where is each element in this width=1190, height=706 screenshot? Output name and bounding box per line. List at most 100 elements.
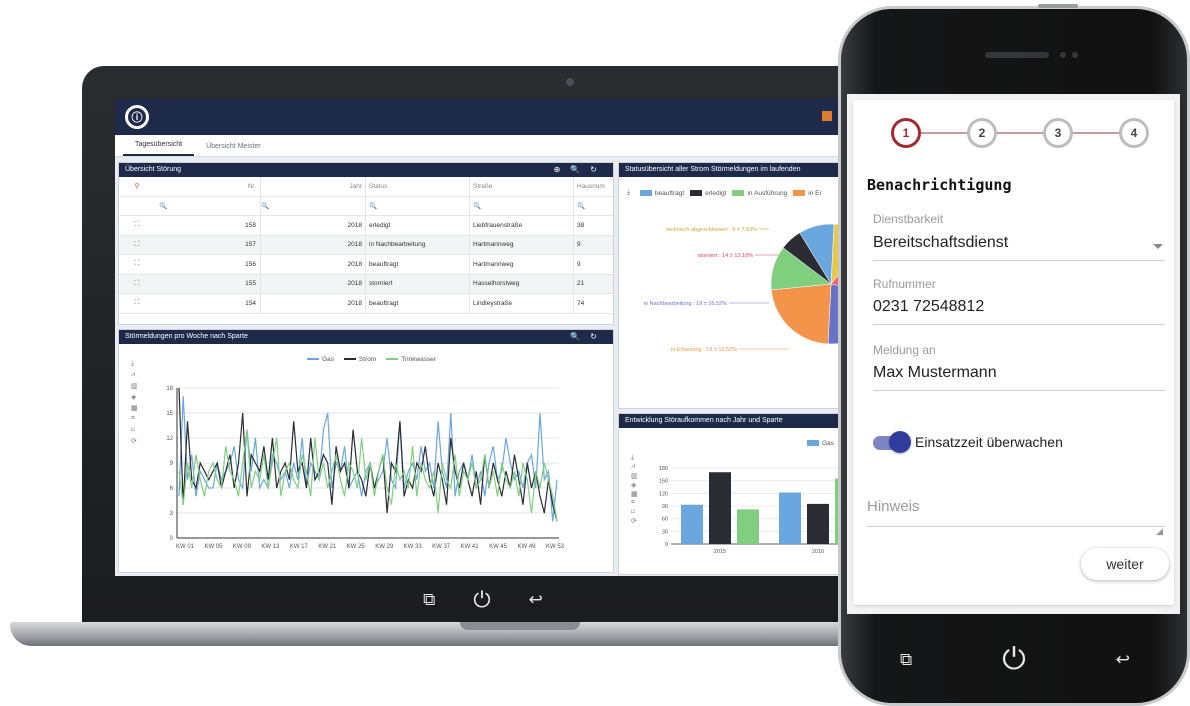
x-tick-label: KW 17	[290, 544, 309, 550]
legend-in-ausfuehrung[interactable]: in Ausführung	[732, 190, 787, 197]
table-row[interactable]: ⛶ 154 2018 beauftragt Lindleystraße 74	[119, 294, 613, 314]
recent-apps-icon[interactable]: ⧉	[900, 650, 912, 670]
expand-icon[interactable]: ⛶	[119, 241, 155, 249]
x-tick-label: KW 29	[375, 544, 394, 550]
x-tick-label: KW 53	[546, 544, 565, 550]
x-tick-label: KW 09	[233, 544, 252, 550]
power-icon[interactable]: ⏻	[1002, 643, 1026, 677]
x-tick-label: 2015	[714, 549, 726, 555]
cell-jahr: 2018	[347, 241, 362, 249]
entwicklung-bar-chart: 0 30 60 90 120 150 180 2015 2016	[659, 466, 850, 555]
status-pie-chart: technisch abgeschlossen : 9 ± 7.83% storn…	[644, 223, 850, 353]
bar-trinkwasser-2015	[737, 509, 759, 544]
step-connector	[921, 132, 969, 134]
filter-strasse-search-icon[interactable]: 🔍	[469, 196, 573, 215]
tab-tagesuebersicht[interactable]: Tagesübersicht	[123, 141, 195, 156]
x-tick-label: KW 33	[404, 544, 423, 550]
cell-hausnr: 21	[573, 274, 609, 293]
panel-title: Übersicht Störung	[125, 166, 182, 173]
meldung-an-label: Meldung an	[873, 343, 936, 357]
search-icon[interactable]: 🔍	[570, 165, 590, 174]
step-connector	[997, 132, 1045, 134]
column-header-nr[interactable]: Nr.	[155, 177, 261, 196]
cell-jahr: 2018	[347, 299, 362, 307]
column-header-status[interactable]: Status	[365, 177, 469, 196]
cell-hausnr: 38	[573, 216, 609, 235]
legend-beauftragt[interactable]: beauftragt	[639, 190, 684, 197]
table-row[interactable]: ⛶ 157 2018 in Nachbearbeitung Hartmannwe…	[119, 235, 613, 255]
filter-hausnr-search-icon[interactable]: 🔍	[573, 196, 609, 215]
hinweis-textarea[interactable]: Hinweis	[867, 498, 920, 515]
rufnummer-field[interactable]: 0231 72548812	[873, 298, 984, 316]
meldung-an-field[interactable]: Max Mustermann	[873, 364, 997, 382]
cell-nr: 154	[155, 294, 261, 313]
pie-label: in Nachbearbeitung : 19 ± 16.52%	[644, 301, 727, 307]
y-tick-label: 120	[659, 491, 668, 497]
x-tick-label: KW 21	[318, 544, 337, 550]
cell-strasse: Hasselhorstweg	[469, 274, 573, 293]
y-tick-label: 6	[170, 486, 174, 492]
search-icon[interactable]: 🔍	[570, 332, 590, 341]
back-icon[interactable]: ↩	[529, 590, 543, 610]
expand-icon[interactable]: ⛶	[119, 221, 155, 229]
status-pie-panel: Statusübersicht aller Strom Störmeldunge…	[618, 162, 850, 409]
expand-icon[interactable]: ⛶	[119, 299, 155, 307]
column-header-jahr[interactable]: Jahr	[261, 177, 365, 196]
resize-handle-icon[interactable]: ◢	[1156, 526, 1163, 537]
add-icon[interactable]: ⊕	[554, 165, 571, 174]
bar-gas-2016	[779, 492, 801, 544]
table-row[interactable]: ⛶ 158 2018 erledigt Liebfrauenstraße 38	[119, 216, 613, 236]
x-tick-label: KW 37	[432, 544, 451, 550]
app-header: ⓘ D	[115, 99, 850, 135]
power-icon[interactable]: ⏻	[473, 587, 490, 613]
table-row[interactable]: ⛶ 156 2018 beauftragt Hartmannweg 9	[119, 255, 613, 275]
y-tick-label: 90	[662, 504, 668, 510]
filter-icon[interactable]: ⚲	[119, 182, 155, 190]
cell-status: in Nachbearbeitung	[365, 235, 469, 254]
download-icon[interactable]: ⤓	[627, 189, 630, 197]
step-2[interactable]: 2	[967, 118, 997, 148]
x-tick-label: KW 25	[347, 544, 366, 550]
legend-erledigt[interactable]: erledigt	[690, 190, 726, 197]
recent-apps-icon[interactable]: ⧉	[423, 590, 435, 610]
bar-gas-2015	[681, 504, 703, 544]
rufnummer-label: Rufnummer	[873, 277, 936, 291]
column-header-hausnummer[interactable]: Hausnum	[573, 177, 609, 196]
toggle-knob[interactable]	[889, 431, 911, 453]
step-3[interactable]: 3	[1043, 118, 1073, 148]
table-row[interactable]: ⛶ 155 2018 storniert Hasselhorstweg 21	[119, 274, 613, 294]
y-tick-label: 12	[166, 436, 173, 442]
filter-jahr-search-icon[interactable]: 🔍	[261, 197, 365, 216]
filter-nr-search-icon[interactable]: 🔍	[155, 196, 261, 215]
column-header-strasse[interactable]: Straße	[469, 177, 573, 196]
y-tick-label: 18	[166, 386, 173, 392]
expand-icon[interactable]: ⛶	[119, 260, 155, 268]
filter-status-search-icon[interactable]: 🔍	[365, 196, 469, 215]
cell-status: storniert	[365, 274, 469, 293]
x-tick-label: 2016	[812, 549, 824, 555]
panel-actions: 🔍↻	[570, 332, 607, 341]
tab-uebersicht-meister[interactable]: Übersicht Meister	[194, 143, 272, 156]
legend-in-erfassung[interactable]: in Er	[793, 190, 822, 197]
legend-gas[interactable]: Gas	[807, 440, 834, 447]
stepper: 1 2 3 4	[891, 118, 1149, 150]
dashboard-icon[interactable]	[822, 111, 832, 121]
pie-slice-in-erfassung	[771, 283, 832, 345]
step-4[interactable]: 4	[1119, 118, 1149, 148]
phone-screen: 1 2 3 4 Benachrichtigung Dienstbarkeit B…	[847, 94, 1180, 614]
cell-hausnr: 9	[573, 255, 609, 274]
y-tick-label: 180	[659, 466, 668, 472]
cell-strasse: Hartmannweg	[469, 235, 573, 254]
expand-icon[interactable]: ⛶	[119, 280, 155, 288]
panel-actions: ⊕🔍↻	[554, 165, 607, 174]
step-1[interactable]: 1	[891, 118, 921, 148]
dienstbarkeit-select[interactable]: Bereitschaftsdienst	[873, 234, 1008, 252]
chevron-down-icon[interactable]	[1153, 244, 1163, 249]
refresh-icon[interactable]: ↻	[590, 165, 607, 174]
dienstbarkeit-label: Dienstbarkeit	[873, 212, 944, 226]
back-icon[interactable]: ↩	[1116, 650, 1130, 670]
app-logo-icon[interactable]: ⓘ	[125, 105, 149, 129]
weiter-button[interactable]: weiter	[1081, 548, 1169, 580]
refresh-icon[interactable]: ↻	[590, 332, 607, 341]
y-tick-label: 0	[170, 536, 174, 542]
